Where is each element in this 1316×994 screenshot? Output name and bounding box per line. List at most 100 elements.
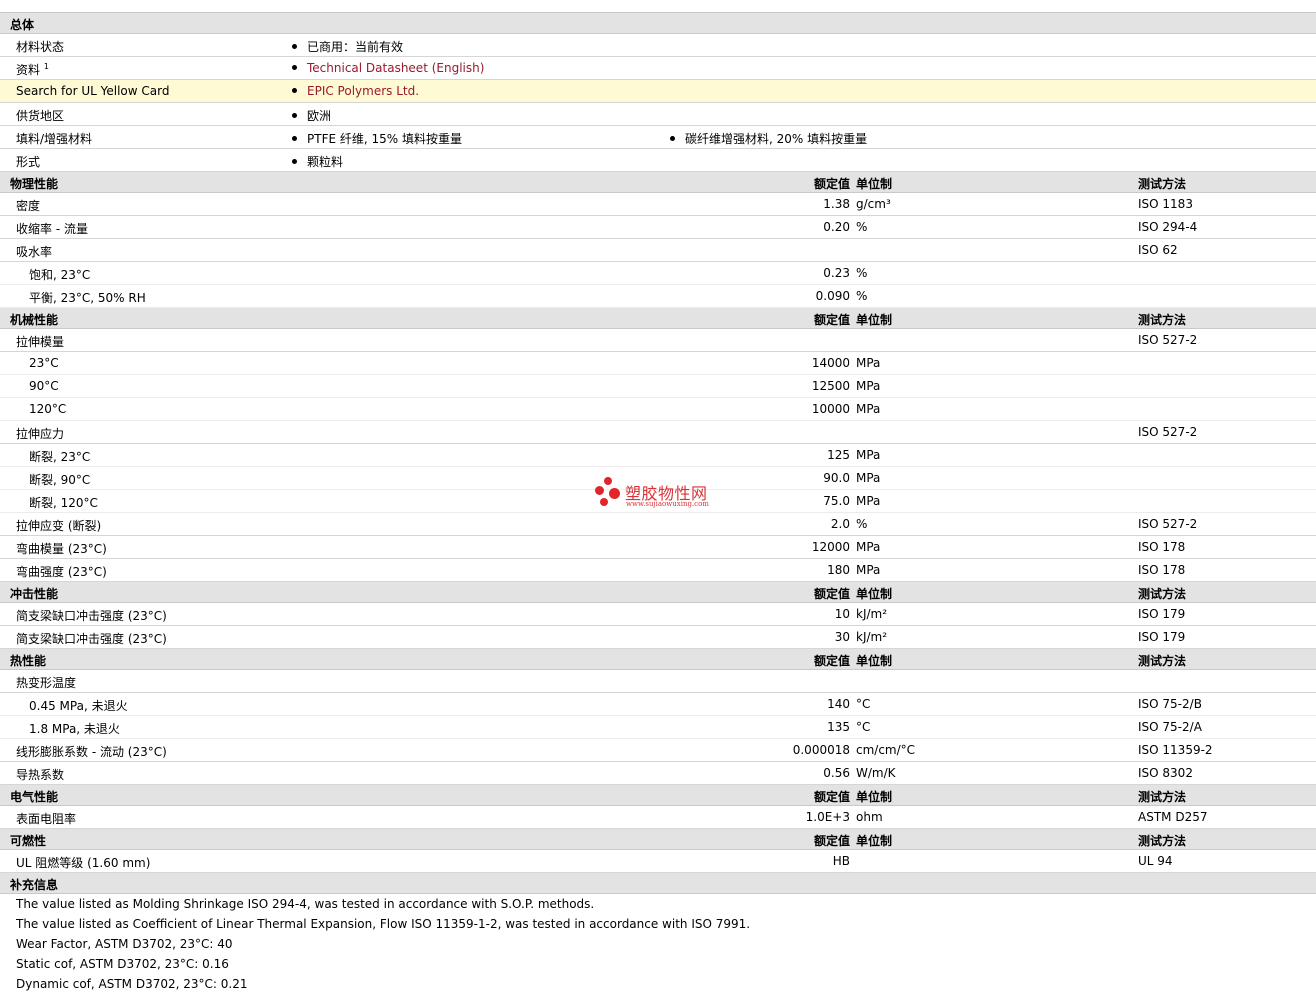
- test-method: ISO 527-2: [1138, 425, 1198, 439]
- property-row: 热变形温度: [0, 670, 1316, 693]
- test-method: ISO 1183: [1138, 197, 1193, 211]
- test-method: ASTM D257: [1138, 810, 1208, 824]
- column-header-test: 测试方法: [1138, 654, 1187, 668]
- property-row: 表面电阻率 1.0E+3 ohm ASTM D257: [0, 806, 1316, 829]
- property-row: 弯曲强度 (23°C) 180 MPa ISO 178: [0, 559, 1316, 582]
- property-row: 断裂, 23°C 125 MPa: [0, 444, 1316, 467]
- bullet-item: PTFE 纤维, 15% 填料按重量: [292, 130, 462, 147]
- section-header: 机械性能 额定值 单位制 测试方法: [0, 308, 1316, 329]
- bullet-text: 碳纤维增强材料, 20% 填料按重量: [685, 132, 868, 146]
- bullet-text: 已商用：当前有效: [307, 40, 404, 54]
- property-row: 拉伸模量 ISO 527-2: [0, 329, 1316, 352]
- property-label: 弯曲模量 (23°C): [16, 542, 107, 556]
- row-label[interactable]: Search for UL Yellow Card: [16, 84, 169, 98]
- property-label: 弯曲强度 (23°C): [16, 565, 107, 579]
- property-row: UL 阻燃等级 (1.60 mm) HB UL 94: [0, 850, 1316, 873]
- property-row: 120°C 10000 MPa: [0, 398, 1316, 421]
- property-value: 90.0: [823, 471, 850, 485]
- property-unit: %: [856, 517, 868, 531]
- section-title: 可燃性: [10, 834, 47, 848]
- row-label-text: 材料状态: [16, 40, 65, 54]
- property-label: 拉伸应力: [16, 427, 65, 441]
- property-unit: MPa: [856, 379, 881, 393]
- bullet-text: 欧洲: [307, 109, 332, 123]
- row-label-text: 资料: [16, 63, 41, 77]
- property-unit: g/cm³: [856, 197, 891, 211]
- test-method: ISO 62: [1138, 243, 1178, 257]
- column-header-value: 额定值: [813, 313, 850, 327]
- row-label: 资料 1: [16, 61, 49, 78]
- bullet-icon: [292, 113, 297, 118]
- link-text[interactable]: Technical Datasheet (English): [307, 61, 484, 75]
- property-label: 吸水率: [16, 245, 53, 259]
- property-row: 简支梁缺口冲击强度 (23°C) 10 kJ/m² ISO 179: [0, 603, 1316, 626]
- note-text: Static cof, ASTM D3702, 23°C: 0.16: [16, 957, 229, 971]
- bullet-item: 碳纤维增强材料, 20% 填料按重量: [670, 130, 867, 147]
- property-value: 10000: [811, 402, 850, 416]
- property-value: 140: [827, 697, 850, 711]
- note-text: Wear Factor, ASTM D3702, 23°C: 40: [16, 937, 233, 951]
- property-value: 1.0E+3: [805, 810, 850, 824]
- property-label: 拉伸模量: [16, 335, 65, 349]
- property-label: 断裂, 120°C: [29, 496, 98, 510]
- test-method: ISO 11359-2: [1138, 743, 1213, 757]
- property-value: 12000: [811, 540, 850, 554]
- property-row: 0.45 MPa, 未退火 140 °C ISO 75-2/B: [0, 693, 1316, 716]
- property-label: 热变形温度: [16, 676, 77, 690]
- top-border: [0, 0, 1316, 13]
- bullet-icon: [292, 44, 297, 49]
- column-header-value: 额定值: [813, 654, 850, 668]
- property-row: 饱和, 23°C 0.23%: [0, 262, 1316, 285]
- test-method: ISO 527-2: [1138, 333, 1198, 347]
- column-header-test: 测试方法: [1138, 790, 1187, 804]
- property-row: 弯曲模量 (23°C) 12000 MPa ISO 178: [0, 536, 1316, 559]
- property-value: 0.20: [823, 220, 850, 234]
- property-unit: °C: [856, 697, 871, 711]
- bullet-icon: [292, 159, 297, 164]
- section-header: 冲击性能 额定值 单位制 测试方法: [0, 582, 1316, 603]
- column-header-value: 额定值: [813, 790, 850, 804]
- section-title: 补充信息: [10, 878, 59, 892]
- property-label: 简支梁缺口冲击强度 (23°C): [16, 609, 167, 623]
- property-label: 断裂, 23°C: [29, 450, 91, 464]
- property-label: 收缩率 - 流量: [16, 222, 88, 236]
- property-unit: MPa: [856, 471, 881, 485]
- section-title: 机械性能: [10, 313, 59, 327]
- section-supplemental-header: 补充信息: [0, 873, 1316, 894]
- bullet-item: 欧洲: [292, 107, 331, 124]
- property-unit: °C: [856, 720, 871, 734]
- property-unit: MPa: [856, 494, 881, 508]
- property-unit: %: [856, 220, 868, 234]
- property-row: 23°C 14000 MPa: [0, 352, 1316, 375]
- property-label: 断裂, 90°C: [29, 473, 91, 487]
- bullet-item[interactable]: EPIC Polymers Ltd.: [292, 84, 419, 98]
- column-header-test: 测试方法: [1138, 313, 1187, 327]
- test-method: ISO 8302: [1138, 766, 1193, 780]
- row-label-text: 供货地区: [16, 109, 65, 123]
- footnote-marker: 1: [43, 62, 49, 71]
- property-row: 导热系数 0.56 W/m/K ISO 8302: [0, 762, 1316, 785]
- property-label: UL 阻燃等级 (1.60 mm): [16, 856, 151, 870]
- column-header-unit: 单位制: [856, 654, 893, 668]
- general-row: 填料/增强材料 PTFE 纤维, 15% 填料按重量 碳纤维增强材料, 20% 填料…: [0, 126, 1316, 149]
- test-method: ISO 75-2/A: [1138, 720, 1202, 734]
- note-line: Wear Factor, ASTM D3702, 23°C: 40: [0, 934, 1316, 954]
- bullet-item[interactable]: Technical Datasheet (English): [292, 61, 484, 75]
- property-value: 12500: [811, 379, 850, 393]
- property-label: 导热系数: [16, 768, 65, 782]
- property-row: 线形膨胀系数 - 流动 (23°C) 0.000018 cm/cm/°C ISO 11…: [0, 739, 1316, 762]
- section-header: 可燃性 额定值 单位制 测试方法: [0, 829, 1316, 850]
- property-label: 饱和, 23°C: [29, 268, 91, 282]
- test-method: UL 94: [1138, 854, 1173, 868]
- column-header-value: 额定值: [813, 587, 850, 601]
- section-title: 总体: [10, 18, 35, 32]
- property-unit: kJ/m²: [856, 607, 888, 621]
- bullet-text: PTFE 纤维, 15% 填料按重量: [307, 132, 462, 146]
- column-header-unit: 单位制: [856, 790, 893, 804]
- property-label: 23°C: [29, 356, 59, 370]
- column-header-test: 测试方法: [1138, 177, 1187, 191]
- property-row: 1.8 MPa, 未退火 135 °C ISO 75-2/A: [0, 716, 1316, 739]
- note-line: Dynamic cof, ASTM D3702, 23°C: 0.21: [0, 974, 1316, 994]
- section-title: 电气性能: [10, 790, 59, 804]
- link-text[interactable]: EPIC Polymers Ltd.: [307, 84, 419, 98]
